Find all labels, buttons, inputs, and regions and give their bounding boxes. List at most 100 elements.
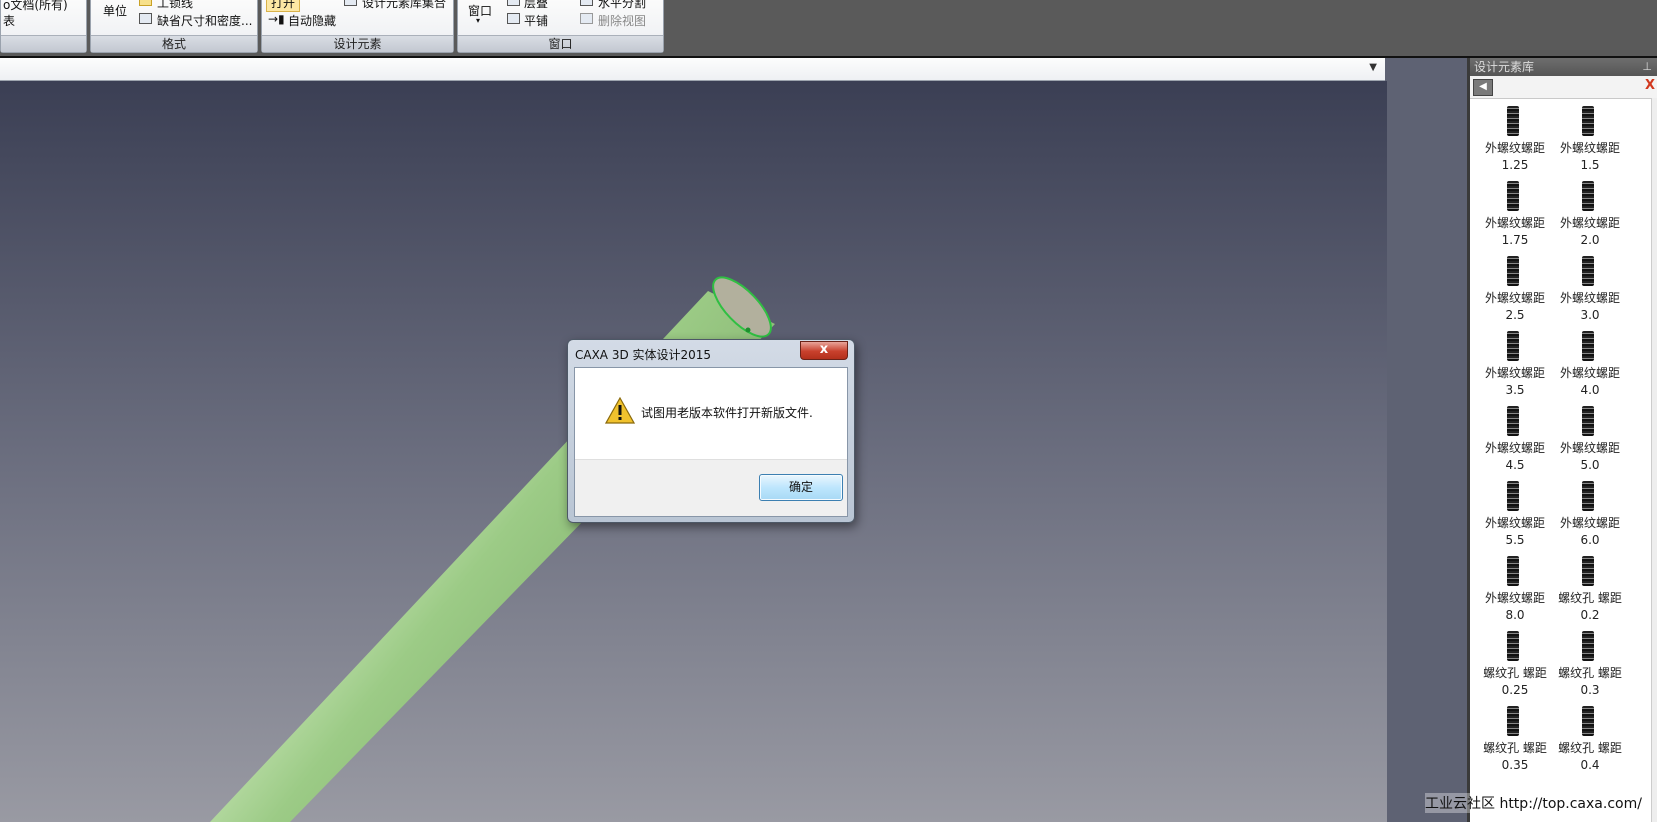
library-item-label: 外螺纹螺距 6.0 [1549,515,1631,549]
library-item-name: 螺纹孔 螺距 [1483,741,1547,755]
chevron-down-icon[interactable]: ▼ [1369,62,1377,73]
library-item-pitch: 3.0 [1580,308,1600,322]
close-icon[interactable]: X [1645,78,1655,93]
thread-icon [1507,631,1519,661]
library-item-label: 外螺纹螺距 3.5 [1474,365,1556,399]
design-library-panel: 设计元素库 ⊥ ◀ X 外螺纹螺距 1.25 外螺纹螺距 1.5 外螺纹螺距 1.75 外螺… [1467,58,1657,822]
unit-button[interactable]: 单位 [103,2,127,19]
library-item-name: 外螺纹螺距 [1484,291,1545,305]
library-item[interactable]: 外螺纹螺距 5.0 [1549,404,1631,479]
auto-hide-arrow-icon: →▮ [268,12,285,26]
library-item-pitch: 2.0 [1580,233,1600,247]
library-item-pitch: 1.75 [1501,233,1529,247]
library-item-label: 螺纹孔 螺距 0.2 [1549,590,1631,624]
lock-line-icon [139,0,152,6]
thread-icon [1507,331,1519,361]
library-item-pitch: 0.35 [1501,758,1529,772]
dialog-message: 试图用老版本软件打开新版文件. [641,406,813,420]
default-size-density-button[interactable]: 缺省尺寸和密度... [157,12,252,29]
thread-icon [1507,706,1519,736]
library-item-pitch: 0.4 [1580,758,1600,772]
library-item[interactable]: 外螺纹螺距 4.5 [1474,404,1556,479]
ribbon-group-title-format: 格式 [91,35,257,52]
thread-icon [1582,181,1594,211]
ribbon-group-document: ο文档(所有) 表 [0,0,87,53]
library-set-button[interactable]: 设计元素库集合 [362,0,446,11]
library-item-pitch: 2.5 [1505,308,1525,322]
cascade-icon [507,0,520,6]
library-item[interactable]: 外螺纹螺距 2.0 [1549,179,1631,254]
open-library-button[interactable]: 打开 [266,0,301,12]
auto-hide-button[interactable]: 自动隐藏 [288,12,336,29]
thread-icon [1507,181,1519,211]
library-item[interactable]: 外螺纹螺距 1.75 [1474,179,1556,254]
ribbon-group-title-design: 设计元素 [262,35,453,52]
split-horizontal-button[interactable]: 水平分割 [598,0,646,11]
panel-scrollbar[interactable] [1651,98,1657,822]
library-item[interactable]: 螺纹孔 螺距 0.2 [1549,554,1631,629]
delete-view-icon [580,13,593,24]
library-item-name: 螺纹孔 螺距 [1558,741,1622,755]
library-item-pitch: 3.5 [1505,383,1525,397]
library-item-label: 外螺纹螺距 5.5 [1474,515,1556,549]
ribbon: ο文档(所有) 表 单位 工锁线 缺省尺寸和密度... 格式 打开 设计元素库集… [0,0,1657,58]
library-item-name: 外螺纹螺距 [1559,441,1620,455]
pin-icon[interactable]: ⊥ [1642,58,1652,76]
library-item[interactable]: 外螺纹螺距 4.0 [1549,329,1631,404]
library-item-label: 外螺纹螺距 1.25 [1474,140,1556,174]
document-tab-strip: ▼ [0,58,1385,81]
library-item[interactable]: 螺纹孔 螺距 0.4 [1549,704,1631,779]
panel-nav-bar: ◀ X [1470,76,1657,99]
library-item[interactable]: 螺纹孔 螺距 0.3 [1549,629,1631,704]
library-item[interactable]: 螺纹孔 螺距 0.25 [1474,629,1556,704]
message-dialog: CAXA 3D 实体设计2015 x 试图用老版本软件打开新版文件. 确定 [567,339,855,523]
library-item[interactable]: 外螺纹螺距 3.0 [1549,254,1631,329]
library-item-name: 螺纹孔 螺距 [1558,591,1622,605]
thread-icon [1507,106,1519,136]
library-item-label: 外螺纹螺距 4.0 [1549,365,1631,399]
ok-button[interactable]: 确定 [759,474,843,501]
back-button[interactable]: ◀ [1473,79,1493,96]
ribbon-group-title-window: 窗口 [458,35,663,52]
library-item-label: 外螺纹螺距 8.0 [1474,590,1556,624]
library-item-pitch: 1.25 [1501,158,1529,172]
ribbon-group-window: 窗口 ▾ 层叠 平铺 水平分割 删除视图 窗口 [457,0,664,53]
library-item-pitch: 6.0 [1580,533,1600,547]
library-item-name: 外螺纹螺距 [1484,141,1545,155]
ribbon-item-table[interactable]: 表 [3,12,15,29]
3d-viewport[interactable]: CAXA 3D 实体设计2015 x 试图用老版本软件打开新版文件. 确定 [0,81,1387,822]
library-item-label: 外螺纹螺距 3.0 [1549,290,1631,324]
tile-button[interactable]: 平铺 [524,12,548,29]
library-item-pitch: 8.0 [1505,608,1525,622]
library-item[interactable]: 外螺纹螺距 8.0 [1474,554,1556,629]
dialog-footer: 确定 [575,459,847,516]
watermark-text: 工业云社区 http://top.caxa.com/ [1425,793,1642,813]
library-item[interactable]: 外螺纹螺距 2.5 [1474,254,1556,329]
library-item-name: 外螺纹螺距 [1559,516,1620,530]
panel-title-text: 设计元素库 [1474,60,1535,74]
library-item[interactable]: 外螺纹螺距 1.5 [1549,104,1631,179]
library-item-name: 外螺纹螺距 [1484,591,1545,605]
window-dropdown-icon[interactable]: ▾ [476,16,480,25]
library-set-icon [344,0,357,6]
library-item-label: 外螺纹螺距 5.0 [1549,440,1631,474]
thread-icon [1507,256,1519,286]
library-item-label: 外螺纹螺距 2.0 [1549,215,1631,249]
default-size-icon [139,13,152,24]
dialog-close-button[interactable]: x [800,341,848,360]
library-item[interactable]: 外螺纹螺距 5.5 [1474,479,1556,554]
split-horizontal-icon [580,0,593,6]
thread-icon [1582,406,1594,436]
ribbon-group-format: 单位 工锁线 缺省尺寸和密度... 格式 [90,0,258,53]
warning-icon [605,397,635,424]
library-item[interactable]: 螺纹孔 螺距 0.35 [1474,704,1556,779]
thread-icon [1582,706,1594,736]
library-item[interactable]: 外螺纹螺距 3.5 [1474,329,1556,404]
thread-icon [1582,331,1594,361]
lock-line-button[interactable]: 工锁线 [157,0,193,11]
delete-view-button[interactable]: 删除视图 [598,12,646,29]
thread-icon [1507,481,1519,511]
library-item[interactable]: 外螺纹螺距 1.25 [1474,104,1556,179]
cascade-button[interactable]: 层叠 [524,0,548,11]
library-item[interactable]: 外螺纹螺距 6.0 [1549,479,1631,554]
